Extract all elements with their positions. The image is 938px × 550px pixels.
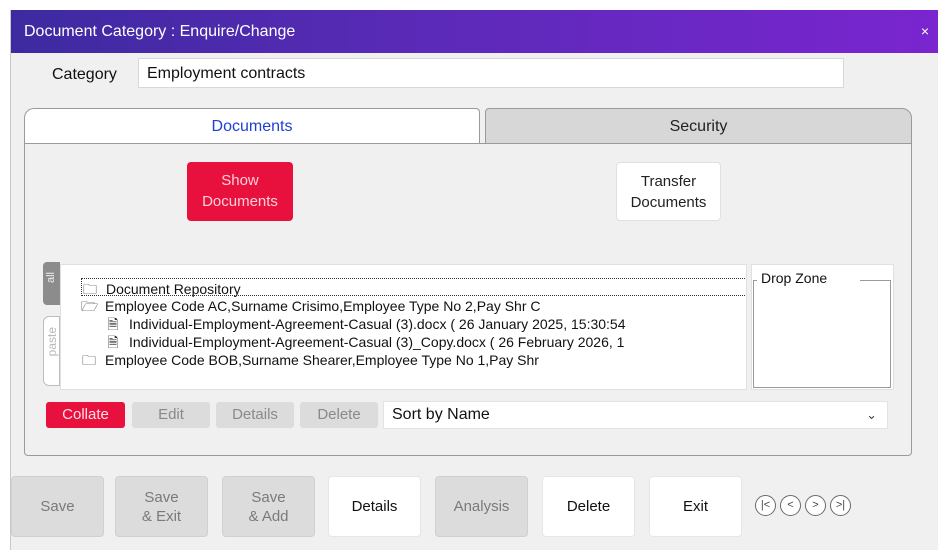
exit-button[interactable]: Exit bbox=[649, 476, 742, 537]
close-icon[interactable]: × bbox=[921, 23, 929, 39]
paste-tab-label: paste bbox=[45, 327, 59, 357]
category-label: Category bbox=[52, 66, 117, 83]
analysis-label: Analysis bbox=[453, 498, 510, 515]
title-bar[interactable]: Document Category : Enquire/Change × bbox=[11, 10, 938, 53]
category-field[interactable]: Employment contracts bbox=[138, 58, 844, 88]
next-record-icon[interactable]: > bbox=[805, 495, 826, 516]
footer-delete-label: Delete bbox=[566, 498, 611, 515]
previous-record-icon[interactable]: < bbox=[780, 495, 801, 516]
all-handle[interactable]: all bbox=[43, 262, 60, 305]
save-exit-label: Save & Exit bbox=[141, 488, 182, 525]
footer-delete-button[interactable]: Delete bbox=[542, 476, 635, 537]
tree-item-employee-bob[interactable]: 🗀 Employee Code BOB,Surname Shearer,Emplo… bbox=[81, 350, 539, 368]
tree-item-employee-ac[interactable]: 🗁 Employee Code AC,Surname Crisimo,Employ… bbox=[81, 296, 541, 314]
transfer-documents-button[interactable]: Transfer Documents bbox=[616, 162, 721, 221]
collate-button[interactable]: Collate bbox=[46, 402, 125, 428]
tab-documents[interactable]: Documents bbox=[24, 108, 480, 144]
details-button[interactable]: Details bbox=[216, 402, 294, 428]
window-title: Document Category : Enquire/Change bbox=[24, 23, 296, 40]
sort-select[interactable]: Sort by Name ⌄ bbox=[383, 401, 888, 429]
tree-item-label: Employee Code AC,Surname Crisimo,Employe… bbox=[105, 298, 541, 314]
drop-zone-frame bbox=[753, 280, 891, 388]
save-exit-button[interactable]: Save & Exit bbox=[115, 476, 208, 537]
sort-select-value: Sort by Name bbox=[392, 406, 490, 423]
tree-item-label: Document Repository bbox=[106, 281, 241, 297]
save-add-button[interactable]: Save & Add bbox=[222, 476, 315, 537]
exit-label: Exit bbox=[682, 498, 708, 515]
tree-item-label: Individual-Employment-Agreement-Casual (… bbox=[129, 334, 625, 350]
first-record-icon[interactable]: |< bbox=[755, 495, 776, 516]
tree-item-document[interactable]: 🗎 Individual-Employment-Agreement-Casual … bbox=[105, 332, 624, 350]
drop-zone-frame-top-left bbox=[753, 280, 757, 281]
drop-zone-label: Drop Zone bbox=[759, 270, 830, 286]
analysis-button[interactable]: Analysis bbox=[435, 476, 528, 537]
paste-tab[interactable]: paste bbox=[43, 316, 60, 386]
last-record-icon[interactable]: >| bbox=[830, 495, 851, 516]
tree-item-label: Employee Code BOB,Surname Shearer,Employ… bbox=[105, 352, 539, 368]
footer-details-label: Details bbox=[351, 498, 398, 515]
drop-zone-frame-top-right bbox=[860, 280, 891, 281]
show-documents-button[interactable]: Show Documents bbox=[187, 162, 293, 221]
save-button[interactable]: Save bbox=[11, 476, 104, 537]
document-tree[interactable]: 🗀 Document Repository 🗁 Employee Code AC,S… bbox=[60, 264, 747, 390]
save-label: Save bbox=[40, 498, 75, 515]
delete-button[interactable]: Delete bbox=[300, 402, 378, 428]
tab-security[interactable]: Security bbox=[485, 108, 912, 144]
tree-item-label: Individual-Employment-Agreement-Casual (… bbox=[129, 316, 626, 332]
footer-details-button[interactable]: Details bbox=[328, 476, 421, 537]
tree-item-document[interactable]: 🗎 Individual-Employment-Agreement-Casual … bbox=[105, 314, 626, 332]
folder-icon: 🗀 bbox=[82, 352, 96, 368]
tree-item-document-repository[interactable]: 🗀 Document Repository bbox=[81, 278, 746, 297]
save-add-label: Save & Add bbox=[248, 488, 289, 525]
edit-button[interactable]: Edit bbox=[132, 402, 210, 428]
chevron-down-icon: ⌄ bbox=[866, 407, 877, 422]
open-folder-icon: 🗁 bbox=[81, 298, 99, 314]
all-handle-label: all bbox=[45, 272, 57, 284]
